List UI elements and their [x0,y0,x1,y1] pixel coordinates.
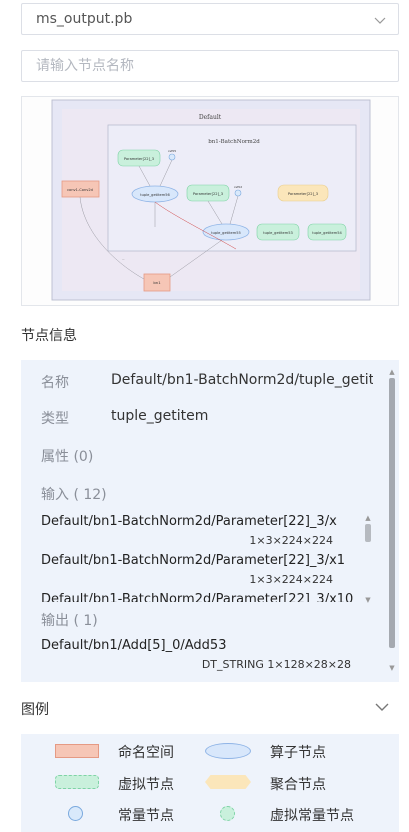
type-value: tuple_getitem [111,408,209,424]
node-tuple-getitem53-label: tuple_getitem53 [263,231,293,235]
node-bn1-label: bn1 [153,280,161,285]
legend-label-operator: 算子节点 [270,745,326,761]
legend-label-constant: 常量节点 [118,808,174,824]
file-select-value: ms_output.pb [36,11,133,27]
edge-label: — [122,258,125,261]
node-param-2-label: Parameter[22]_3 [193,192,223,196]
virtual-swatch [55,775,99,789]
constant-swatch [68,806,83,821]
legend-label-virtual-constant: 虚拟常量节点 [270,808,354,824]
node-tuple-getitem55-label: tuple_getitem55 [211,231,241,235]
legend-label-namespace: 命名空间 [118,745,174,761]
inputs-scrollbar[interactable]: ▲ ▼ [364,514,372,604]
node-const-1-label: cst55 [168,149,176,153]
node-tuple-getitem56-label: tuple_getitem56 [140,193,170,197]
scroll-down-arrow-icon[interactable]: ▼ [388,664,396,672]
input-item-name: Default/bn1-BatchNorm2d/Parameter[22]_3/… [41,514,337,529]
inputs-list[interactable]: Default/bn1-BatchNorm2d/Parameter[22]_3/… [21,510,381,602]
namespace-bn1-label: bn1-BatchNorm2d [208,139,260,145]
file-select[interactable]: ms_output.pb [21,3,399,35]
node-tuple-getitem54-label: tuple_getitem54 [312,231,342,235]
inputs-label[interactable]: 输入 ( 12) [41,484,107,504]
node-aggregate-label: Parameter[22]_3 [288,192,318,196]
scroll-up-arrow-icon[interactable]: ▲ [388,368,396,376]
legend-title: 图例 [21,702,49,718]
node-param-1-label: Parameter[22]_3 [124,157,154,161]
output-item-shape: DT_STRING 1×128×28×28 [201,658,351,671]
aggregate-swatch [205,775,251,789]
attributes-label[interactable]: 属性 (0) [41,446,93,466]
node-const-2-label: cst52 [234,185,242,189]
node-info-title: 节点信息 [21,328,77,344]
node-info-scrollbar[interactable]: ▲ ▼ [389,368,395,672]
input-item-name: Default/bn1-BatchNorm2d/Parameter[22]_3/… [41,553,346,568]
inputs-scroll-thumb[interactable] [365,524,371,542]
output-item-name: Default/bn1/Add[5]_0/Add53 [41,638,227,653]
name-value: Default/bn1-BatchNorm2d/tuple_getitem56 [111,372,373,388]
name-label: 名称 [41,375,69,391]
node-conv1-label: conv1-Conv2d [67,188,93,192]
node-const-1 [168,153,176,161]
scroll-down-arrow-icon[interactable]: ▼ [364,596,372,604]
graph-canvas[interactable]: Default bn1-BatchNorm2d conv1-Conv2d Par… [21,96,399,306]
node-search-input[interactable] [21,50,399,82]
operator-swatch [205,743,251,759]
input-item-shape: 1×3×224×224 [249,534,333,547]
legend-panel: 命名空间 算子节点 虚拟节点 聚合节点 常量节点 虚拟常量节点 [21,734,399,832]
input-item-name: Default/bn1-BatchNorm2d/Parameter[22]_3/… [41,592,354,602]
outputs-label[interactable]: 输出 ( 1) [41,610,98,630]
graph-svg: Default bn1-BatchNorm2d conv1-Conv2d Par… [22,97,398,305]
legend-label-aggregate: 聚合节点 [270,777,326,793]
chevron-down-icon [374,17,386,24]
node-info-panel[interactable]: 名称 Default/bn1-BatchNorm2d/tuple_getitem… [21,360,399,682]
node-info-scroll-thumb[interactable] [389,378,395,648]
chevron-down-icon[interactable] [375,702,389,712]
namespace-swatch [55,744,99,758]
type-label: 类型 [41,411,69,427]
virtual-constant-swatch [220,806,235,821]
node-const-2 [234,189,242,197]
legend-label-virtual: 虚拟节点 [118,777,174,793]
scroll-up-arrow-icon[interactable]: ▲ [364,514,372,522]
input-item-shape: 1×3×224×224 [249,573,333,586]
namespace-default-label: Default [199,114,222,121]
